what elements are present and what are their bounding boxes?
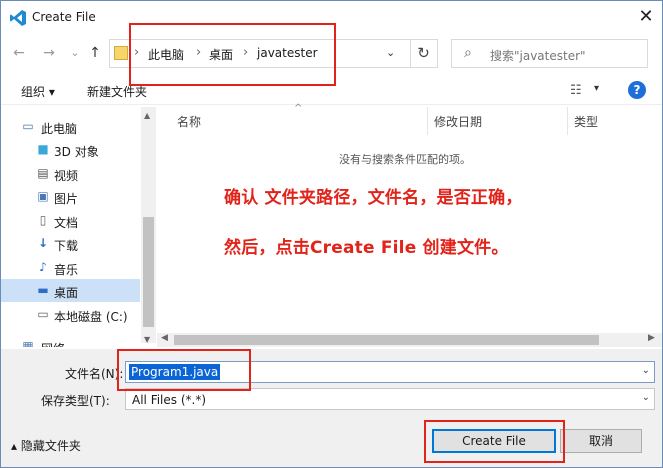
forward-arrow-icon[interactable]: → xyxy=(39,41,59,65)
sidebar-item-label: 音乐 xyxy=(54,263,79,277)
window-title: Create File xyxy=(32,10,96,24)
sidebar-item-pictures[interactable]: ▣ 图片 xyxy=(1,185,140,208)
navigation-pane: ▭ 此电脑 ■ 3D 对象 ▤ 视频 ▣ 图片 ▯ 文档 ↓ 下载 ♪ 音乐 ▬ xyxy=(1,107,157,347)
filename-highlight-box xyxy=(117,349,251,391)
sidebar-item-label: 网络 xyxy=(41,340,65,347)
sidebar-item-desktop[interactable]: ▬ 桌面 xyxy=(1,279,140,302)
download-icon: ↓ xyxy=(37,236,49,250)
sidebar-item-label: 桌面 xyxy=(54,286,79,300)
sidebar-item-music[interactable]: ♪ 音乐 xyxy=(1,256,140,279)
back-arrow-icon[interactable]: ← xyxy=(9,41,29,65)
sidebar-item-network[interactable]: ▦ 网络 xyxy=(1,335,140,347)
up-arrow-icon[interactable]: ↑ xyxy=(85,41,105,65)
cube-icon: ■ xyxy=(37,142,49,156)
search-input[interactable]: ⌕ 搜索"javatester" xyxy=(451,39,648,68)
document-icon: ▯ xyxy=(39,213,47,227)
help-icon[interactable]: ? xyxy=(628,81,646,99)
folder-icon xyxy=(114,46,128,60)
sidebar-item-label: 图片 xyxy=(54,192,79,206)
sidebar-item-label: 此电脑 xyxy=(41,122,78,136)
empty-results-message: 没有与搜索条件匹配的项。 xyxy=(339,153,471,166)
sidebar-item-label: 下载 xyxy=(54,239,79,253)
column-divider[interactable] xyxy=(567,107,568,135)
hide-folders-toggle[interactable]: ▴ 隐藏文件夹 xyxy=(11,437,81,454)
file-type-value: All Files (*.*) xyxy=(132,393,207,407)
scroll-down-icon[interactable]: ▼ xyxy=(144,335,150,344)
sidebar-item-documents[interactable]: ▯ 文档 xyxy=(1,209,140,232)
column-header-name[interactable]: 名称 xyxy=(177,113,201,130)
sidebar-scrollbar-thumb[interactable] xyxy=(143,217,154,327)
search-icon: ⌕ xyxy=(464,45,472,61)
video-icon: ▤ xyxy=(37,166,49,180)
sidebar-item-local-disk[interactable]: ▭ 本地磁盘 (C:) xyxy=(1,303,140,326)
view-dropdown-icon[interactable]: ▾ xyxy=(594,83,599,94)
create-file-dialog: Create File ✕ ← → ⌄ ↑ › 此电脑 › 桌面 › javat… xyxy=(0,0,663,468)
file-type-dropdown-icon[interactable]: ⌄ xyxy=(642,392,650,403)
sidebar-item-label: 3D 对象 xyxy=(54,145,99,159)
column-header-date-modified[interactable]: 修改日期 xyxy=(434,113,482,130)
file-type-select[interactable]: All Files (*.*) ⌄ xyxy=(125,388,655,410)
file-list: ^ 名称 修改日期 类型 没有与搜索条件匹配的项。 确认 文件夹路径，文件名，是… xyxy=(157,103,662,347)
sidebar-item-label: 本地磁盘 (C:) xyxy=(54,310,128,324)
sidebar-item-videos[interactable]: ▤ 视频 xyxy=(1,162,140,185)
sidebar-item-label: 文档 xyxy=(54,216,79,230)
sort-indicator-icon: ^ xyxy=(294,103,303,114)
recent-locations-dropdown-icon[interactable]: ⌄ xyxy=(65,41,85,65)
scroll-left-icon[interactable]: ◀ xyxy=(161,333,168,343)
column-divider[interactable] xyxy=(427,107,428,135)
disk-icon: ▭ xyxy=(37,307,49,321)
view-options-icon[interactable]: ☷ xyxy=(570,83,582,98)
column-header-type[interactable]: 类型 xyxy=(574,113,598,130)
sidebar-item-label: 视频 xyxy=(54,169,79,183)
file-type-label: 保存类型(T): xyxy=(41,394,110,408)
filename-label: 文件名(N): xyxy=(65,367,124,381)
sidebar-item-downloads[interactable]: ↓ 下载 xyxy=(1,232,140,255)
annotation-line-1: 确认 文件夹路径，文件名，是否正确， xyxy=(224,188,523,208)
annotation-line-2: 然后，点击Create File 创建文件。 xyxy=(224,238,509,258)
sidebar-item-3d-objects[interactable]: ■ 3D 对象 xyxy=(1,138,140,161)
computer-icon: ▭ xyxy=(22,119,34,133)
scroll-right-icon[interactable]: ▶ xyxy=(648,333,655,343)
horizontal-scrollbar-thumb[interactable] xyxy=(174,335,599,345)
scroll-up-icon[interactable]: ▲ xyxy=(144,111,150,120)
close-icon[interactable]: ✕ xyxy=(633,5,659,29)
address-dropdown-icon[interactable]: ⌄ xyxy=(386,46,395,59)
sidebar-item-this-pc[interactable]: ▭ 此电脑 xyxy=(1,115,140,138)
address-highlight-box xyxy=(129,23,336,86)
filename-dropdown-icon[interactable]: ⌄ xyxy=(642,365,650,376)
network-icon: ▦ xyxy=(22,339,34,347)
music-icon: ♪ xyxy=(39,260,47,274)
horizontal-scrollbar[interactable]: ◀ ▶ xyxy=(157,333,662,347)
picture-icon: ▣ xyxy=(37,189,49,203)
vscode-icon xyxy=(10,10,26,26)
cancel-button[interactable]: 取消 xyxy=(560,429,642,453)
create-button-highlight-box xyxy=(424,420,565,463)
refresh-icon[interactable]: ↻ xyxy=(410,40,436,67)
search-placeholder: 搜索"javatester" xyxy=(490,49,586,63)
desktop-icon: ▬ xyxy=(37,283,49,297)
organize-button[interactable]: 组织 ▾ xyxy=(21,83,55,100)
